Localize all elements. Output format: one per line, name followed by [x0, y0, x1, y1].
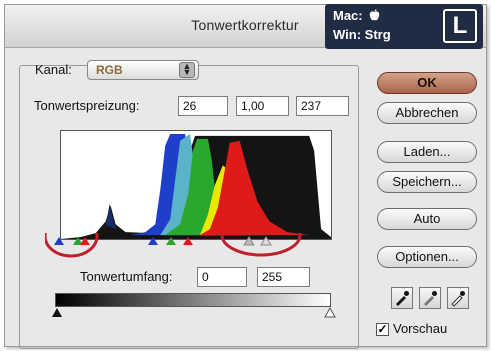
options-button[interactable]: Optionen...	[377, 246, 477, 268]
cancel-button[interactable]: Abbrechen	[377, 102, 477, 124]
ok-button[interactable]: OK	[377, 72, 477, 94]
shortcut-win-label: Win:	[333, 27, 362, 42]
shortcut-key: L	[443, 9, 477, 43]
apple-icon	[370, 9, 380, 21]
preview-label: Vorschau	[393, 321, 448, 336]
shortcut-overlay: Mac: Win: Strg L	[325, 4, 483, 49]
blue-gamma-slider[interactable]	[148, 237, 158, 245]
shortcut-win-line: Win: Strg	[333, 27, 391, 42]
input-white-field[interactable]: 237	[296, 96, 349, 116]
histogram	[60, 130, 332, 240]
auto-button[interactable]: Auto	[377, 208, 477, 230]
levels-dialog: Tonwertkorrektur Kanal: RGB ▲ ▼ Tonwertsp…	[4, 4, 487, 349]
shortcut-mac-label: Mac:	[333, 8, 363, 23]
white-input-slider-2[interactable]	[260, 236, 272, 246]
output-white-slider[interactable]	[324, 306, 336, 318]
blue-input-slider[interactable]	[54, 237, 64, 245]
channel-value: RGB	[96, 63, 123, 77]
input-black-field[interactable]: 26	[178, 96, 228, 116]
red-input-slider[interactable]	[80, 237, 90, 245]
updown-arrow-icon: ▲ ▼	[179, 62, 195, 78]
output-white-field[interactable]: 255	[257, 267, 310, 287]
gray-eyedropper-icon[interactable]	[419, 287, 441, 309]
black-eyedropper-icon[interactable]	[391, 287, 413, 309]
shortcut-mac-line: Mac:	[333, 8, 380, 23]
preview-checkbox[interactable]: ✓	[376, 323, 389, 336]
green-gamma-slider[interactable]	[166, 237, 176, 245]
output-black-field[interactable]: 0	[197, 267, 247, 287]
input-slider-track[interactable]	[45, 233, 315, 259]
window-title: Tonwertkorrektur	[191, 17, 299, 33]
output-slider-track[interactable]	[49, 305, 339, 319]
channel-select[interactable]: RGB ▲ ▼	[87, 60, 199, 80]
highlight-circle-right	[220, 233, 302, 257]
red-gamma-slider[interactable]	[183, 237, 193, 245]
shortcut-win-key: Strg	[364, 27, 391, 42]
output-black-slider[interactable]	[52, 308, 62, 317]
input-levels-label: Tonwertspreizung:	[34, 98, 140, 113]
load-button[interactable]: Laden...	[377, 141, 477, 163]
output-levels-label: Tonwertumfang:	[80, 269, 173, 284]
save-button[interactable]: Speichern...	[377, 171, 477, 193]
white-eyedropper-icon[interactable]	[447, 287, 469, 309]
input-gamma-field[interactable]: 1,00	[236, 96, 289, 116]
white-input-slider-1[interactable]	[243, 236, 255, 246]
channel-label: Kanal:	[35, 62, 72, 77]
